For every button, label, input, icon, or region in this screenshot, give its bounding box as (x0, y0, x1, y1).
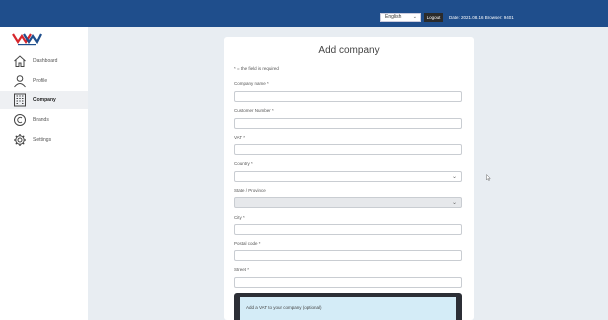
top-bar: English ⌄ Logout Date: 2021.08.16 Browse… (0, 0, 608, 27)
sidebar-item-dashboard[interactable]: Dashboard (0, 52, 88, 70)
chevron-down-icon: ⌄ (451, 174, 457, 180)
sidebar-item-label: Settings (33, 137, 52, 143)
sidebar-item-label: Company (33, 97, 56, 103)
company-name-input[interactable] (234, 91, 462, 102)
country-select[interactable]: ⌄ (234, 171, 462, 182)
vat-prompt: Add a VAT to your company (optional) (246, 305, 322, 310)
vat-panel[interactable]: Add a VAT to your company (optional) (240, 297, 456, 320)
vat-section: Add a VAT to your company (optional) (234, 293, 462, 320)
chevron-down-icon: ⌄ (412, 14, 417, 20)
sidebar: Dashboard Profile Company Brands Setting… (0, 27, 88, 320)
user-icon (14, 75, 26, 88)
vat-label: VAT * (234, 135, 246, 140)
city-label: City * (234, 215, 245, 220)
sidebar-item-profile[interactable]: Profile (0, 72, 88, 90)
sidebar-item-label: Profile (33, 78, 48, 84)
building-icon (14, 93, 26, 107)
language-value: English (385, 14, 402, 20)
sidebar-item-settings[interactable]: Settings (0, 131, 88, 149)
postal-code-label: Postal code * (234, 241, 261, 246)
home-icon (14, 55, 26, 67)
gear-icon (14, 134, 26, 146)
copyright-icon (14, 114, 26, 126)
sidebar-item-brands[interactable]: Brands (0, 111, 88, 129)
logout-button[interactable]: Logout (424, 13, 443, 22)
postal-code-input[interactable] (234, 250, 462, 261)
vat-input[interactable] (234, 144, 462, 155)
state-province-select[interactable]: ⌄ (234, 197, 462, 208)
required-note: * = the field is required (234, 66, 279, 71)
country-label: Country * (234, 161, 253, 166)
city-input[interactable] (234, 224, 462, 235)
sidebar-item-label: Brands (33, 117, 49, 123)
sidebar-item-company[interactable]: Company (0, 91, 88, 109)
add-company-form: Add company * = the field is required Co… (224, 37, 474, 320)
sidebar-item-label: Dashboard (33, 58, 58, 64)
company-logo[interactable] (12, 32, 42, 46)
language-select[interactable]: English ⌄ (380, 13, 421, 22)
customer-number-input[interactable] (234, 118, 462, 129)
page-title: Add company (318, 45, 380, 56)
state-province-label: State / Province (234, 188, 266, 193)
company-name-label: Company name * (234, 81, 269, 86)
chevron-down-icon: ⌄ (451, 200, 457, 206)
mouse-cursor-icon (486, 174, 491, 181)
street-label: Street * (234, 267, 250, 272)
customer-number-label: Customer Number * (234, 108, 274, 113)
street-input[interactable] (234, 277, 462, 288)
date-info: Date: 2021.08.16 Browser: 9401 (449, 15, 514, 20)
